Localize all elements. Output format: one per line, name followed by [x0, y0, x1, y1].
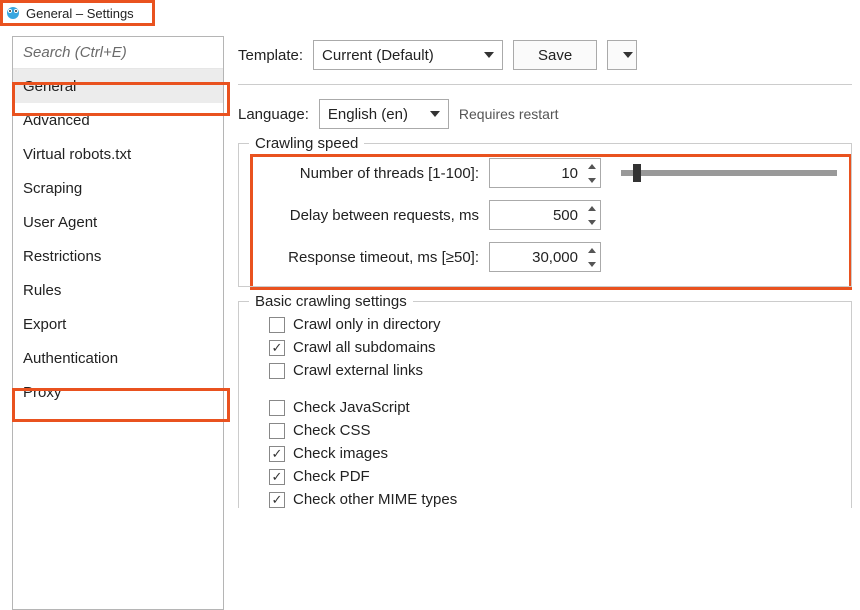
- checkbox[interactable]: [269, 400, 285, 416]
- timeout-spinner[interactable]: 30,000: [489, 242, 601, 272]
- delay-value: 500: [490, 207, 584, 224]
- template-select[interactable]: Current (Default): [313, 40, 503, 70]
- threads-label: Number of threads [1-100]:: [253, 165, 489, 182]
- sidebar-item-rules[interactable]: Rules: [13, 273, 223, 307]
- titlebar: General – Settings: [0, 0, 860, 26]
- checkbox-row[interactable]: ✓ Check other MIME types: [269, 491, 837, 508]
- delay-spinner[interactable]: 500: [489, 200, 601, 230]
- crawling-speed-group: Crawling speed Number of threads [1-100]…: [238, 143, 852, 287]
- arrow-down-icon[interactable]: [584, 173, 600, 187]
- save-dropdown-button[interactable]: [607, 40, 637, 70]
- sidebar-item-general[interactable]: General: [13, 69, 223, 103]
- arrow-up-icon[interactable]: [584, 243, 600, 257]
- basic-crawling-group: Basic crawling settings Crawl only in di…: [238, 301, 852, 508]
- chevron-down-icon: [484, 52, 494, 58]
- chevron-down-icon: [430, 111, 440, 117]
- sidebar-item-scraping[interactable]: Scraping: [13, 171, 223, 205]
- checkbox-label: Crawl external links: [293, 362, 423, 379]
- language-hint: Requires restart: [459, 106, 559, 122]
- checkbox[interactable]: [269, 423, 285, 439]
- sidebar-item-export[interactable]: Export: [13, 307, 223, 341]
- checkbox-row[interactable]: Check CSS: [269, 422, 837, 439]
- timeout-value: 30,000: [490, 249, 584, 266]
- arrow-down-icon[interactable]: [584, 257, 600, 271]
- threads-slider[interactable]: [621, 170, 837, 176]
- threads-value: 10: [490, 165, 584, 182]
- checkbox-label: Check PDF: [293, 468, 370, 485]
- checkbox[interactable]: ✓: [269, 469, 285, 485]
- checkbox[interactable]: ✓: [269, 446, 285, 462]
- checkbox-label: Crawl all subdomains: [293, 339, 436, 356]
- sidebar: Search (Ctrl+E) GeneralAdvancedVirtual r…: [12, 36, 224, 610]
- basic-crawling-legend: Basic crawling settings: [249, 293, 413, 310]
- sidebar-item-user-agent[interactable]: User Agent: [13, 205, 223, 239]
- checkbox[interactable]: ✓: [269, 492, 285, 508]
- checkbox-label: Check images: [293, 445, 388, 462]
- checkbox-row[interactable]: ✓ Check images: [269, 445, 837, 462]
- content-panel: Template: Current (Default) Save Languag…: [238, 36, 852, 610]
- search-input[interactable]: Search (Ctrl+E): [13, 37, 223, 69]
- checkbox-row[interactable]: ✓ Check PDF: [269, 468, 837, 485]
- checkbox-row[interactable]: ✓ Crawl all subdomains: [269, 339, 837, 356]
- save-button-label: Save: [538, 47, 572, 64]
- checkbox[interactable]: ✓: [269, 340, 285, 356]
- checkbox-row[interactable]: Crawl only in directory: [269, 316, 837, 333]
- crawling-speed-legend: Crawling speed: [249, 135, 364, 152]
- sidebar-item-advanced[interactable]: Advanced: [13, 103, 223, 137]
- sidebar-item-proxy[interactable]: Proxy: [13, 375, 223, 409]
- timeout-label: Response timeout, ms [≥50]:: [253, 249, 489, 266]
- template-value: Current (Default): [322, 47, 434, 64]
- arrow-up-icon[interactable]: [584, 159, 600, 173]
- checkbox-label: Check other MIME types: [293, 491, 457, 508]
- language-label: Language:: [238, 106, 309, 123]
- sidebar-item-restrictions[interactable]: Restrictions: [13, 239, 223, 273]
- checkbox[interactable]: [269, 363, 285, 379]
- arrow-up-icon[interactable]: [584, 201, 600, 215]
- threads-spinner[interactable]: 10: [489, 158, 601, 188]
- arrow-down-icon[interactable]: [584, 215, 600, 229]
- divider: [238, 84, 852, 85]
- slider-thumb[interactable]: [633, 164, 641, 182]
- sidebar-item-virtual-robots-txt[interactable]: Virtual robots.txt: [13, 137, 223, 171]
- save-button[interactable]: Save: [513, 40, 597, 70]
- checkbox[interactable]: [269, 317, 285, 333]
- checkbox-label: Check CSS: [293, 422, 371, 439]
- window-title: General – Settings: [26, 6, 134, 21]
- delay-label: Delay between requests, ms: [253, 207, 489, 224]
- template-label: Template:: [238, 47, 303, 64]
- app-icon: [4, 4, 22, 22]
- checkbox-label: Check JavaScript: [293, 399, 410, 416]
- checkbox-row[interactable]: Check JavaScript: [269, 399, 837, 416]
- language-select[interactable]: English (en): [319, 99, 449, 129]
- checkbox-label: Crawl only in directory: [293, 316, 441, 333]
- chevron-down-icon: [623, 52, 633, 58]
- search-placeholder: Search (Ctrl+E): [23, 44, 127, 61]
- language-value: English (en): [328, 106, 408, 123]
- checkbox-row[interactable]: Crawl external links: [269, 362, 837, 379]
- sidebar-item-authentication[interactable]: Authentication: [13, 341, 223, 375]
